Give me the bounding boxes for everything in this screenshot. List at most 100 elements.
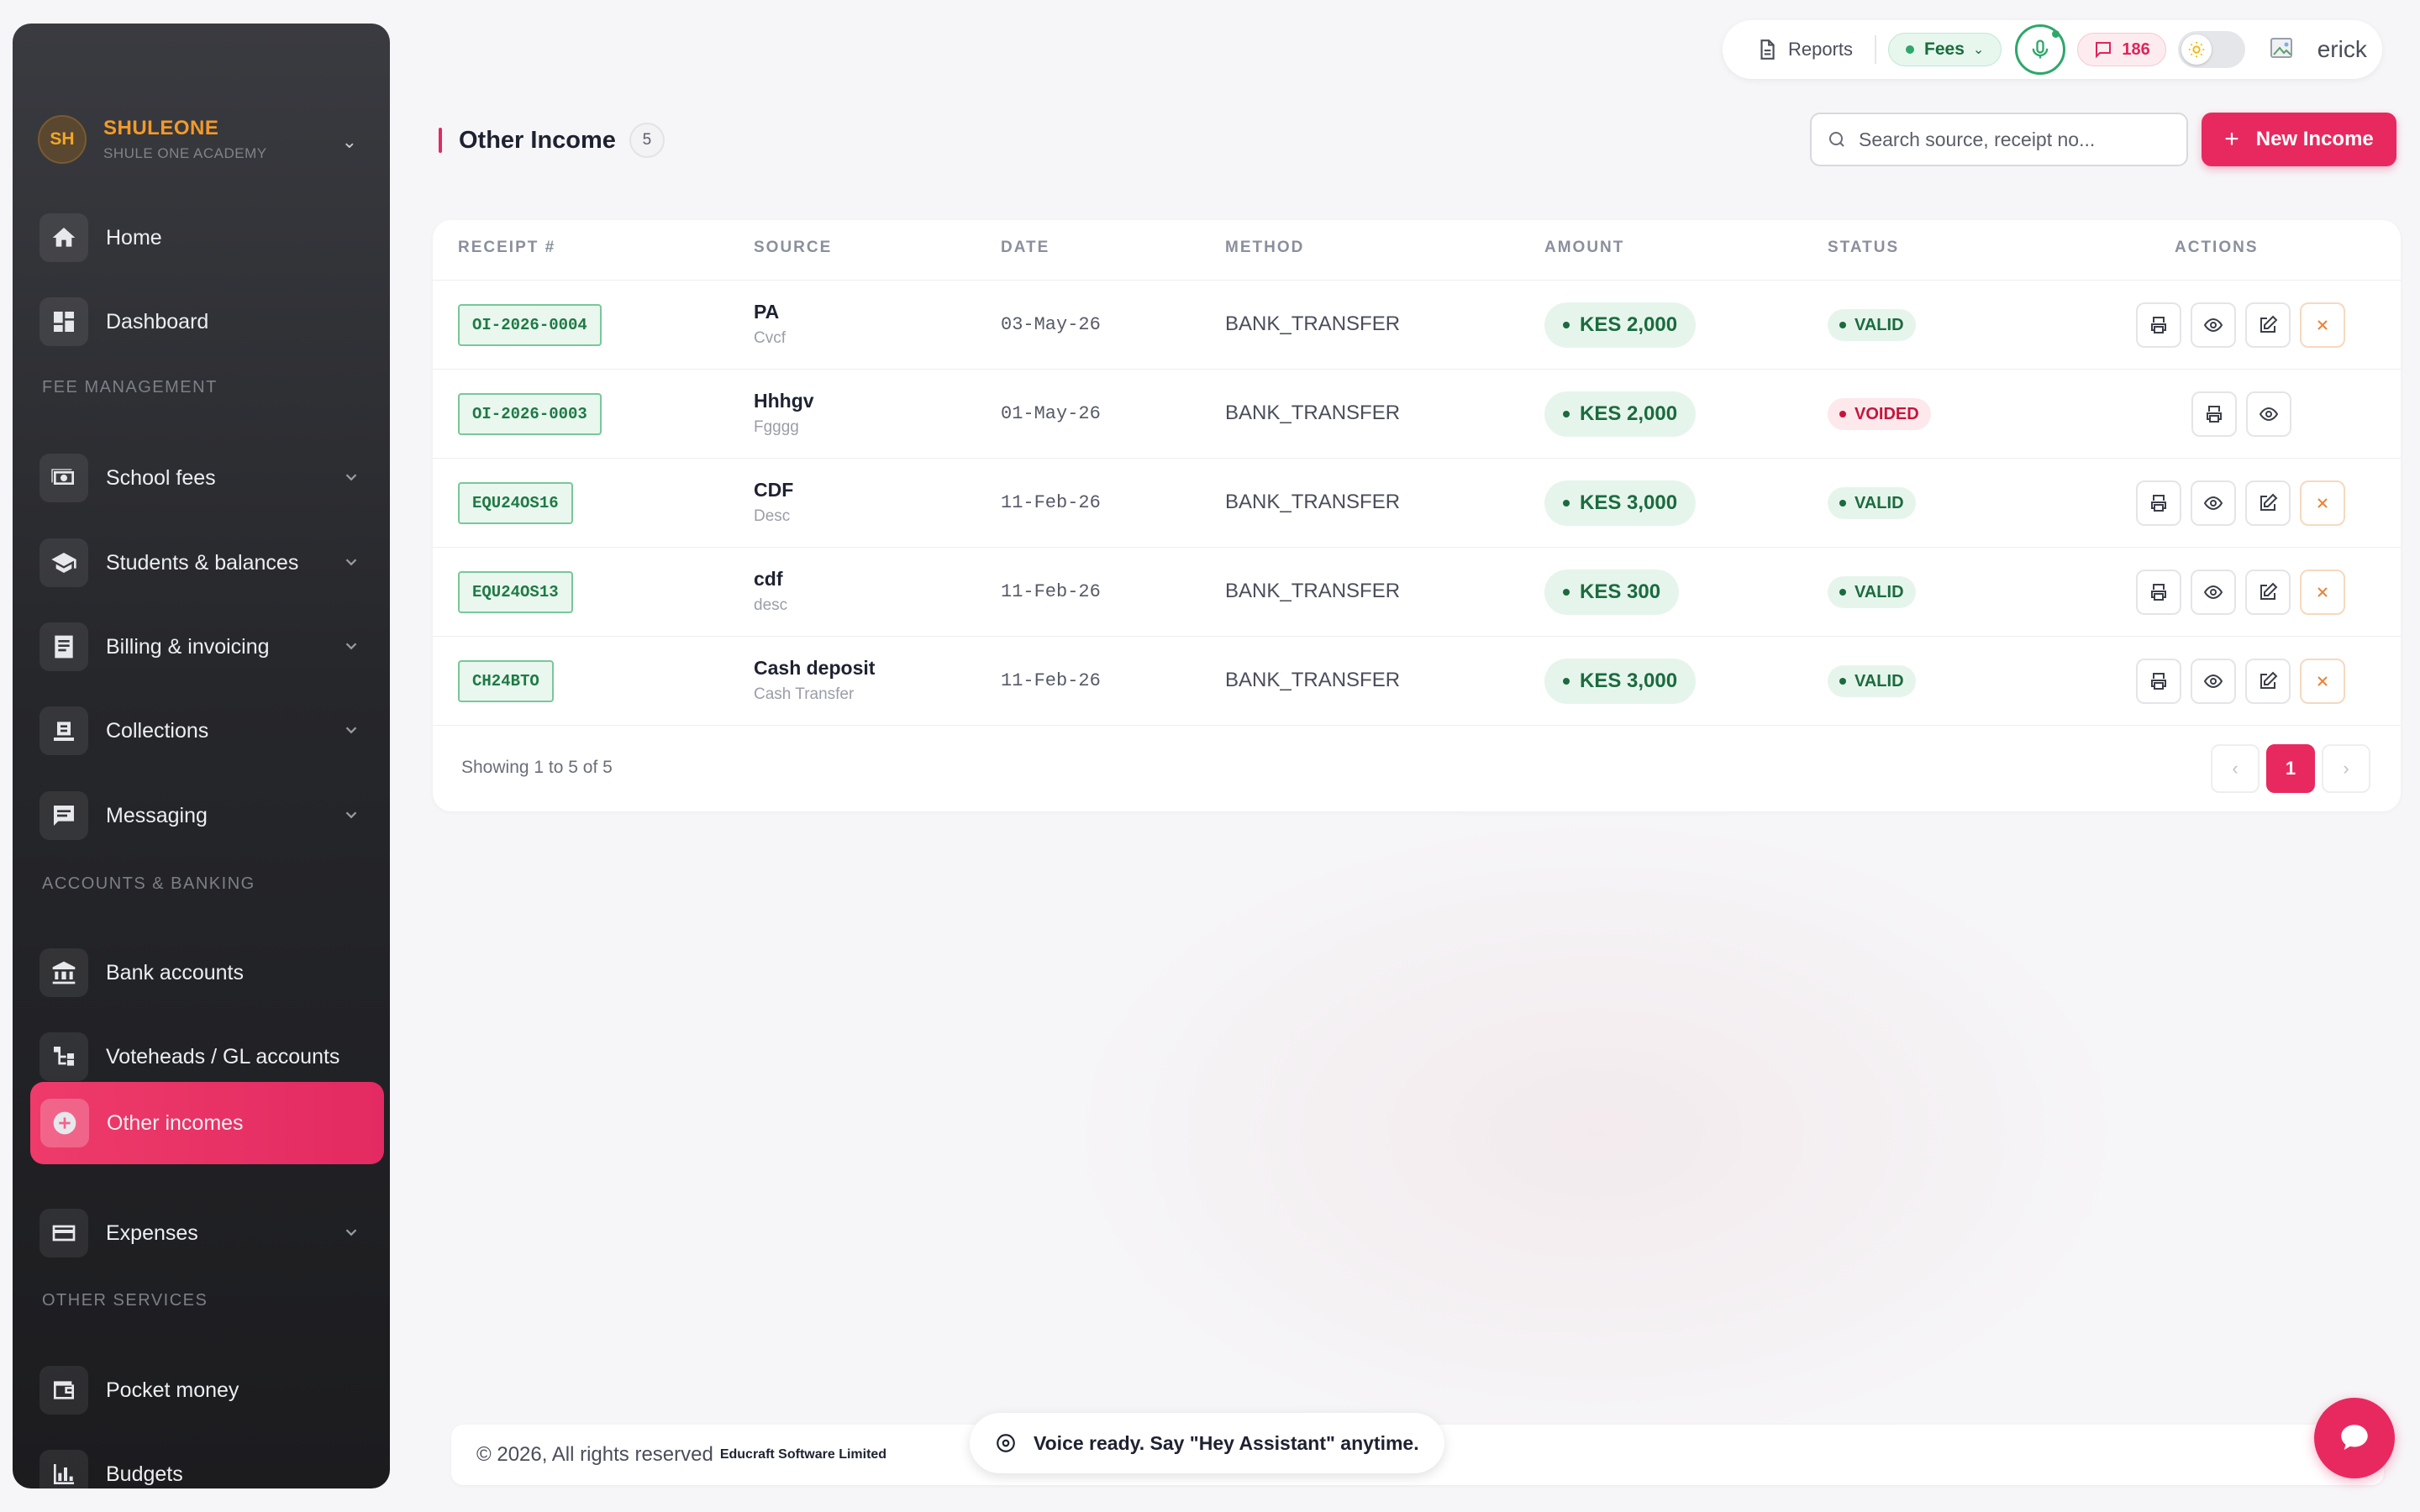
search-field[interactable] (1810, 113, 2188, 166)
chat-button[interactable] (2314, 1398, 2395, 1478)
sidebar-item-label: Home (106, 225, 162, 249)
column-header-amount: AMOUNT (1544, 239, 1625, 256)
table-row[interactable]: CH24BTO Cash deposit Cash Transfer 11-Fe… (433, 637, 2401, 726)
close-icon (2317, 320, 2328, 330)
messages-button[interactable]: 186 (2077, 33, 2166, 66)
page-button-1[interactable]: 1 (2266, 744, 2315, 793)
sidebar-item-dashboard[interactable]: Dashboard (29, 284, 374, 360)
sidebar-item-other-incomes[interactable]: Other incomes (30, 1082, 384, 1164)
sidebar-item-billing-invoicing[interactable]: Billing & invoicing (29, 609, 374, 685)
table-row[interactable]: EQU24OS16 CDF Desc 11-Feb-26 BANK_TRANSF… (433, 459, 2401, 548)
receipt-number: EQU24OS16 (458, 482, 573, 524)
background-decoration (966, 756, 2227, 1512)
printer-icon (2207, 406, 2222, 423)
section-label-other-services: OTHER SERVICES (42, 1291, 208, 1310)
date-cell: 11-Feb-26 (1001, 492, 1101, 513)
reports-label: Reports (1788, 39, 1854, 60)
voice-assistant-button[interactable] (2015, 24, 2066, 75)
edit-button[interactable] (2245, 659, 2291, 704)
document-icon (1760, 39, 1775, 60)
next-page-button[interactable]: › (2322, 744, 2370, 793)
edit-button[interactable] (2245, 570, 2291, 615)
edit-button[interactable] (2245, 302, 2291, 348)
card-icon (39, 1209, 88, 1257)
sidebar-item-home[interactable]: Home (29, 200, 374, 276)
view-button[interactable] (2246, 391, 2291, 437)
print-button[interactable] (2136, 302, 2181, 348)
status-badge: VALID (1828, 309, 1916, 341)
previous-page-button[interactable]: ‹ (2211, 744, 2260, 793)
print-button[interactable] (2136, 570, 2181, 615)
sidebar-item-messaging[interactable]: Messaging (29, 778, 374, 853)
chevron-down-icon (342, 637, 360, 655)
sidebar-item-label: Students & balances (106, 550, 299, 575)
eye-icon (2203, 585, 2223, 600)
sidebar-item-school-fees[interactable]: School fees (29, 440, 374, 516)
table-row[interactable]: OI-2026-0003 Hhhgv Fgggg 01-May-26 BANK_… (433, 370, 2401, 459)
source-description: Fgggg (754, 418, 799, 436)
receipt-number: OI-2026-0003 (458, 393, 602, 435)
eye-icon (2203, 318, 2223, 333)
source-name: Cash deposit (754, 657, 876, 679)
print-button[interactable] (2136, 659, 2181, 704)
sidebar-item-label: Voteheads / GL accounts (106, 1044, 340, 1068)
print-button[interactable] (2136, 480, 2181, 526)
column-header-receipt: RECEIPT # (458, 239, 556, 256)
amount-badge: KES 3,000 (1544, 480, 1697, 526)
sidebar-item-label: Expenses (106, 1221, 198, 1245)
printer-icon (2151, 584, 2166, 601)
count-badge: 5 (629, 123, 665, 158)
brand-switcher[interactable]: SH SHULEONE SHULE ONE ACADEMY ⌄ (38, 89, 374, 190)
sidebar-item-bank-accounts[interactable]: Bank accounts (29, 935, 374, 1011)
chevron-down-icon (342, 553, 360, 571)
edit-icon (2260, 671, 2278, 689)
view-button[interactable] (2191, 302, 2236, 348)
print-button[interactable] (2191, 391, 2237, 437)
printer-icon (2151, 673, 2166, 690)
method-cell: BANK_TRANSFER (1225, 580, 1401, 602)
sidebar-item-pocket-money[interactable]: Pocket money (29, 1352, 374, 1428)
sidebar-item-budgets[interactable]: Budgets (29, 1436, 374, 1488)
table-row[interactable]: EQU24OS13 cdf desc 11-Feb-26 BANK_TRANSF… (433, 548, 2401, 637)
search-input[interactable] (1859, 128, 2178, 151)
view-button[interactable] (2191, 659, 2236, 704)
status-badge: VALID (1828, 487, 1916, 519)
date-cell: 01-May-26 (1001, 403, 1101, 424)
edit-button[interactable] (2245, 480, 2291, 526)
divider (1875, 35, 1877, 64)
status-dot (1906, 45, 1915, 54)
chevron-down-icon: ⌄ (341, 131, 357, 152)
void-button[interactable] (2300, 480, 2345, 526)
tree-icon (39, 1032, 88, 1081)
copyright-text: © 2026, All rights reserved (476, 1443, 713, 1466)
row-actions (2136, 570, 2354, 615)
table-row[interactable]: OI-2026-0004 PA Cvcf 03-May-26 BANK_TRAN… (433, 281, 2401, 370)
method-cell: BANK_TRANSFER (1225, 312, 1401, 335)
status-text: VOIDED (1854, 404, 1919, 423)
reports-button[interactable]: Reports (1756, 39, 1853, 60)
view-button[interactable] (2191, 570, 2236, 615)
status-badge: VALID (1828, 576, 1916, 608)
view-button[interactable] (2191, 480, 2236, 526)
amount-value: KES 3,000 (1580, 669, 1678, 692)
user-menu[interactable]: erick (2269, 36, 2367, 63)
eye-icon (2259, 407, 2279, 422)
sidebar-item-expenses[interactable]: Expenses (29, 1195, 374, 1271)
void-button[interactable] (2300, 570, 2345, 615)
source-description: Cash Transfer (754, 685, 855, 703)
sidebar-item-collections[interactable]: Collections (29, 693, 374, 769)
close-icon (2317, 498, 2328, 508)
new-income-button[interactable]: + New Income (2202, 113, 2396, 166)
username: erick (2317, 36, 2367, 62)
amount-value: KES 2,000 (1580, 402, 1678, 425)
graduation-cap-icon (39, 538, 88, 587)
theme-toggle[interactable] (2177, 31, 2245, 68)
date-cell: 11-Feb-26 (1001, 581, 1101, 602)
date-cell: 03-May-26 (1001, 314, 1101, 335)
void-button[interactable] (2300, 659, 2345, 704)
void-button[interactable] (2300, 302, 2345, 348)
fees-selector[interactable]: Fees ⌄ (1888, 33, 2002, 66)
close-icon (2317, 676, 2328, 686)
sidebar-item-students-balances[interactable]: Students & balances (29, 525, 374, 601)
method-cell: BANK_TRANSFER (1225, 402, 1401, 424)
